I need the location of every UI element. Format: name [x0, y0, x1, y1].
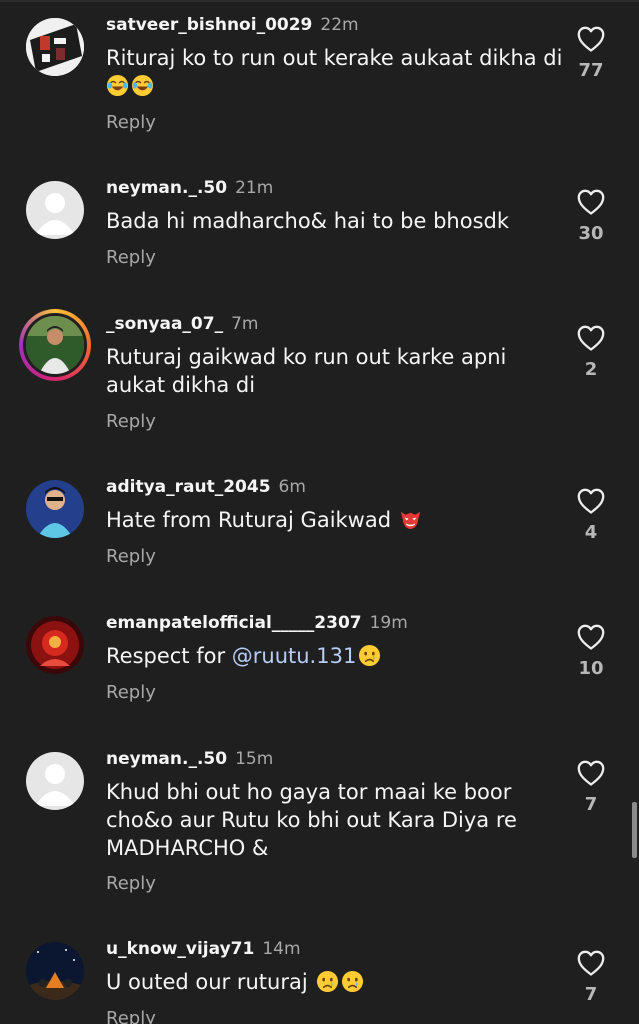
- comment-time: 21m: [235, 178, 274, 198]
- comment-text-line: Rituraj ko to run out kerake aukaat dikh…: [106, 46, 563, 70]
- comment-text: Ruturaj gaikwad ko run out karke apni au…: [106, 343, 546, 399]
- face-with-tears-of-joy-emoji: [131, 74, 154, 97]
- emoji-line: [106, 72, 546, 100]
- comment-time: 19m: [369, 613, 408, 633]
- like-count: 77: [578, 60, 604, 81]
- like-count: 30: [578, 223, 604, 244]
- comment-time: 14m: [262, 939, 301, 959]
- like-count: 2: [584, 359, 598, 380]
- comment-text: Rituraj ko to run out kerake aukaat dikh…: [106, 44, 563, 100]
- avatar[interactable]: [26, 616, 84, 674]
- heart-outline-icon: [577, 189, 605, 215]
- crying-face-emoji: [341, 970, 364, 993]
- comment-text-line: cho&o aur Rutu ko bhi out Kara Diya re: [106, 808, 517, 832]
- like-count: 10: [578, 658, 604, 679]
- reply-button[interactable]: Reply: [106, 682, 156, 703]
- crying-face-emoji: [358, 644, 381, 667]
- comment-meta: satveer_bishnoi_0029 22m: [106, 14, 359, 36]
- comment-text-line: Khud bhi out ho gaya tor maai ke boor: [106, 780, 512, 804]
- username[interactable]: neyman._.50: [106, 178, 227, 198]
- like-button[interactable]: 2: [566, 325, 616, 380]
- heart-outline-icon: [577, 760, 605, 786]
- top-divider: [0, 0, 639, 2]
- like-button[interactable]: 4: [566, 488, 616, 543]
- comment-meta: neyman._.50 21m: [106, 177, 273, 199]
- comment-time: 22m: [320, 15, 359, 35]
- reply-button[interactable]: Reply: [106, 247, 156, 268]
- like-button[interactable]: 30: [566, 189, 616, 244]
- comment-meta: emanpatelofficial_____2307 19m: [106, 612, 408, 634]
- comment-time: 7m: [231, 314, 259, 334]
- heart-outline-icon: [577, 488, 605, 514]
- comment-text-line: Ruturaj gaikwad ko run out karke apni: [106, 345, 507, 369]
- comment-time: 15m: [235, 749, 274, 769]
- heart-outline-icon: [577, 26, 605, 52]
- comment-text: Respect for @ruutu.131: [106, 642, 546, 670]
- username[interactable]: u_know_vijay71: [106, 939, 254, 959]
- comment-meta: aditya_raut_2045 6m: [106, 476, 306, 498]
- goblin-mask-emoji: [399, 508, 422, 531]
- avatar[interactable]: [26, 942, 84, 1000]
- comment-text: Hate from Ruturaj Gaikwad: [106, 506, 546, 534]
- avatar[interactable]: [26, 181, 84, 239]
- comment-text-line: Respect for @ruutu.131: [106, 642, 546, 670]
- avatar[interactable]: [26, 752, 84, 810]
- comments-screen: satveer_bishnoi_0029 22m Rituraj ko to ru…: [0, 0, 639, 1024]
- scrollbar-thumb[interactable]: [632, 802, 637, 858]
- heart-outline-icon: [577, 325, 605, 351]
- username[interactable]: aditya_raut_2045: [106, 477, 271, 497]
- comment-text-line: U outed our ruturaj: [106, 968, 546, 996]
- like-count: 7: [584, 794, 598, 815]
- username[interactable]: neyman._.50: [106, 749, 227, 769]
- face-with-tears-of-joy-emoji: [106, 74, 129, 97]
- comment-text-line: Bada hi madharcho& hai to be bhosdk: [106, 209, 510, 233]
- reply-button[interactable]: Reply: [106, 1008, 156, 1024]
- reply-button[interactable]: Reply: [106, 873, 156, 894]
- reply-button[interactable]: Reply: [106, 546, 156, 567]
- comment-text: Khud bhi out ho gaya tor maai ke boor ch…: [106, 778, 546, 862]
- heart-outline-icon: [577, 950, 605, 976]
- avatar[interactable]: [26, 480, 84, 538]
- comment-text-line: MADHARCHO &: [106, 836, 269, 860]
- comment-meta: _sonyaa_07_ 7m: [106, 313, 258, 335]
- username[interactable]: emanpatelofficial_____2307: [106, 613, 362, 633]
- comment-text-line: aukat dikha di: [106, 373, 256, 397]
- comment-time: 6m: [278, 477, 306, 497]
- username[interactable]: satveer_bishnoi_0029: [106, 15, 312, 35]
- like-count: 4: [584, 522, 598, 543]
- reply-button[interactable]: Reply: [106, 112, 156, 133]
- comment-text-content: Hate from Ruturaj Gaikwad: [106, 508, 392, 532]
- avatar-with-story-ring[interactable]: [19, 309, 91, 381]
- comment-meta: u_know_vijay71 14m: [106, 938, 301, 960]
- comment-text-line: Hate from Ruturaj Gaikwad: [106, 506, 546, 534]
- like-button[interactable]: 7: [566, 760, 616, 815]
- like-button[interactable]: 77: [566, 26, 616, 81]
- comment-text: U outed our ruturaj: [106, 968, 546, 996]
- mention-link[interactable]: @ruutu.131: [232, 644, 357, 668]
- crying-face-emoji: [316, 970, 339, 993]
- like-button[interactable]: 7: [566, 950, 616, 1005]
- comment-meta: neyman._.50 15m: [106, 748, 273, 770]
- comment-text-content: U outed our ruturaj: [106, 970, 308, 994]
- like-button[interactable]: 10: [566, 624, 616, 679]
- comment-text-content: Respect for: [106, 644, 232, 668]
- avatar[interactable]: [26, 18, 84, 76]
- username[interactable]: _sonyaa_07_: [106, 314, 223, 334]
- reply-button[interactable]: Reply: [106, 411, 156, 432]
- like-count: 7: [584, 984, 598, 1005]
- heart-outline-icon: [577, 624, 605, 650]
- comment-text: Bada hi madharcho& hai to be bhosdk: [106, 207, 546, 235]
